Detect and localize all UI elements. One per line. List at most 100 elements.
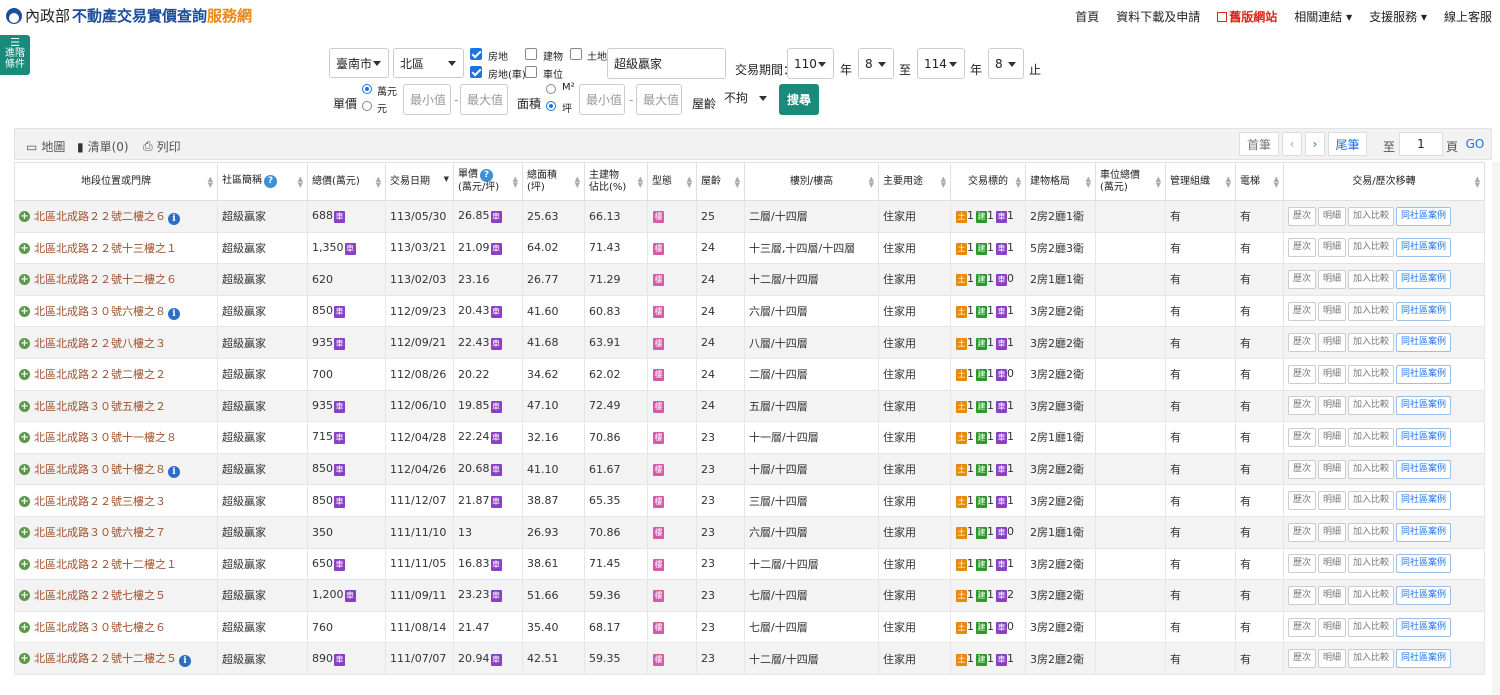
address-link[interactable]: 北區北成路２２號二樓之２ [34, 368, 166, 381]
list-toggle[interactable]: ▮ 清單(0) [77, 138, 129, 155]
address-link[interactable]: 北區北成路２２號二樓之６ [34, 210, 166, 223]
col-layout[interactable]: 建物格局 ▲ ▼ [1025, 162, 1096, 201]
col-actions[interactable]: 交易/歷次移轉 ▲ ▼ [1283, 162, 1485, 201]
history-button[interactable]: 歷次 [1288, 649, 1317, 669]
table-row[interactable]: + 北區北成路３０號七樓之６ 超級贏家 760 111/08/14 21.47 35.40 6… [14, 610, 1485, 644]
expand-icon[interactable]: + [19, 305, 30, 317]
compare-button[interactable]: 加入比較 [1348, 427, 1395, 447]
nav-download[interactable]: 資料下載及申請 [1116, 8, 1200, 25]
col-total-price[interactable]: 總價(萬元) ▲ ▼ [307, 162, 386, 201]
col-address[interactable]: 地段位置或門牌 ▲ ▼ [14, 162, 218, 201]
expand-icon[interactable]: + [19, 527, 30, 539]
expand-icon[interactable]: + [19, 558, 30, 570]
district-select[interactable]: 北區 [393, 48, 464, 78]
detail-button[interactable]: 明細 [1318, 617, 1347, 637]
address-link[interactable]: 北區北成路３０號十一樓之８ [34, 431, 177, 444]
expand-icon[interactable]: + [19, 653, 30, 665]
same-community-button[interactable]: 同社區案例 [1396, 238, 1452, 258]
table-row[interactable]: + 北區北成路２２號十二樓之５ i 超級贏家 890 車 111/07/07 20.94 車 42… [14, 642, 1485, 675]
info-icon[interactable]: i [168, 212, 180, 225]
detail-button[interactable]: 明細 [1318, 396, 1347, 416]
col-total-area[interactable]: 總面積 (坪) ▲ ▼ [522, 162, 585, 201]
advanced-filter-tab[interactable]: ☰ 進階 條件 [0, 35, 30, 75]
table-row[interactable]: + 北區北成路２２號二樓之２ 超級贏家 700 112/08/26 20.22 34.62 6… [14, 357, 1485, 391]
detail-button[interactable]: 明細 [1318, 301, 1347, 321]
expand-icon[interactable]: + [19, 369, 30, 381]
col-mgmt[interactable]: 管理組織 ▲ ▼ [1165, 162, 1236, 201]
table-row[interactable]: + 北區北成路３０號六樓之８ i 超級贏家 850 車 112/09/23 20.43 車 41.… [14, 294, 1485, 328]
age-select[interactable]: 不拘 [718, 84, 774, 111]
table-row[interactable]: + 北區北成路３０號六樓之７ 超級贏家 350 111/11/10 13 26.93 70.8… [14, 515, 1485, 549]
table-row[interactable]: + 北區北成路３０號十樓之８ i 超級贏家 850 車 112/04/26 20.68 車 41.… [14, 452, 1485, 486]
cell-address[interactable]: + 北區北成路２２號三樓之３ [14, 484, 218, 517]
table-row[interactable]: + 北區北成路２２號十二樓之１ 超級贏家 650 車 111/11/05 16.83 車 38.… [14, 547, 1485, 581]
history-button[interactable]: 歷次 [1288, 491, 1317, 511]
compare-button[interactable]: 加入比較 [1348, 364, 1395, 384]
compare-button[interactable]: 加入比較 [1348, 333, 1395, 353]
col-main-ratio[interactable]: 主建物 佔比(%) ▲ ▼ [584, 162, 648, 201]
history-button[interactable]: 歷次 [1288, 554, 1317, 574]
same-community-button[interactable]: 同社區案例 [1396, 301, 1452, 321]
same-community-button[interactable]: 同社區案例 [1396, 459, 1452, 479]
nav-support[interactable]: 支援服務 ▾ [1369, 8, 1427, 25]
history-button[interactable]: 歷次 [1288, 238, 1317, 258]
address-link[interactable]: 北區北成路２２號十二樓之６ [34, 273, 177, 286]
price-unit-yuan-radio[interactable] [362, 101, 372, 111]
same-community-button[interactable]: 同社區案例 [1396, 427, 1452, 447]
same-community-button[interactable]: 同社區案例 [1396, 269, 1452, 289]
cell-address[interactable]: + 北區北成路３０號六樓之８ i [14, 294, 218, 328]
nav-links[interactable]: 相關連結 ▾ [1294, 8, 1352, 25]
type-checkbox-house-land[interactable] [470, 48, 482, 60]
next-page-button[interactable]: › [1305, 132, 1325, 156]
history-button[interactable]: 歷次 [1288, 206, 1317, 226]
same-community-button[interactable]: 同社區案例 [1396, 333, 1452, 353]
detail-button[interactable]: 明細 [1318, 333, 1347, 353]
compare-button[interactable]: 加入比較 [1348, 649, 1395, 669]
col-type[interactable]: 型態 ▲ ▼ [647, 162, 697, 201]
site-logo[interactable]: 內政部 不動產交易實價查詢 服務網 [6, 5, 252, 26]
address-link[interactable]: 北區北成路２２號三樓之３ [34, 495, 166, 508]
page-number-input[interactable]: 1 [1399, 132, 1443, 156]
from-month-select[interactable]: 8 [858, 48, 894, 79]
history-button[interactable]: 歷次 [1288, 269, 1317, 289]
detail-button[interactable]: 明細 [1318, 206, 1347, 226]
col-use[interactable]: 主要用途 ▲ ▼ [878, 162, 951, 201]
address-link[interactable]: 北區北成路３０號五樓之２ [34, 400, 166, 413]
cell-address[interactable]: + 北區北成路３０號六樓之７ [14, 515, 218, 549]
price-max-input[interactable]: 最大值 [460, 84, 508, 115]
same-community-button[interactable]: 同社區案例 [1396, 585, 1452, 605]
table-row[interactable]: + 北區北成路２２號三樓之３ 超級贏家 850 車 111/12/07 21.87 車 38.8… [14, 484, 1485, 517]
help-icon[interactable]: ? [264, 175, 277, 188]
to-year-select[interactable]: 114 [917, 48, 965, 79]
expand-icon[interactable]: + [19, 210, 30, 222]
compare-button[interactable]: 加入比較 [1348, 459, 1395, 479]
history-button[interactable]: 歷次 [1288, 522, 1317, 542]
address-link[interactable]: 北區北成路３０號六樓之７ [34, 526, 166, 539]
expand-icon[interactable]: + [19, 400, 30, 412]
compare-button[interactable]: 加入比較 [1348, 206, 1395, 226]
area-max-input[interactable]: 最大值 [636, 84, 682, 115]
history-button[interactable]: 歷次 [1288, 396, 1317, 416]
col-target[interactable]: 交易標的 ▲ ▼ [950, 162, 1026, 201]
nav-chat[interactable]: 線上客服 [1444, 8, 1492, 25]
same-community-button[interactable]: 同社區案例 [1396, 396, 1452, 416]
nav-home[interactable]: 首頁 [1075, 8, 1099, 25]
info-icon[interactable]: i [168, 307, 180, 320]
address-link[interactable]: 北區北成路３０號七樓之６ [34, 621, 166, 634]
col-community[interactable]: 社區簡稱? ▲ ▼ [217, 162, 308, 201]
address-link[interactable]: 北區北成路３０號十樓之８ [34, 463, 166, 476]
help-icon[interactable]: ? [480, 169, 493, 182]
expand-icon[interactable]: + [19, 242, 30, 254]
detail-button[interactable]: 明細 [1318, 364, 1347, 384]
cell-address[interactable]: + 北區北成路３０號十樓之８ i [14, 452, 218, 486]
type-checkbox-parking[interactable] [525, 66, 537, 78]
price-min-input[interactable]: 最小值 [403, 84, 451, 115]
to-month-select[interactable]: 8 [988, 48, 1024, 79]
detail-button[interactable]: 明細 [1318, 269, 1347, 289]
compare-button[interactable]: 加入比較 [1348, 617, 1395, 637]
same-community-button[interactable]: 同社區案例 [1396, 522, 1452, 542]
city-select[interactable]: 臺南市 [329, 48, 389, 78]
type-checkbox-house-land-car[interactable] [470, 66, 482, 78]
type-checkbox-building[interactable] [525, 48, 537, 60]
last-page-button[interactable]: 尾筆 [1328, 132, 1367, 156]
